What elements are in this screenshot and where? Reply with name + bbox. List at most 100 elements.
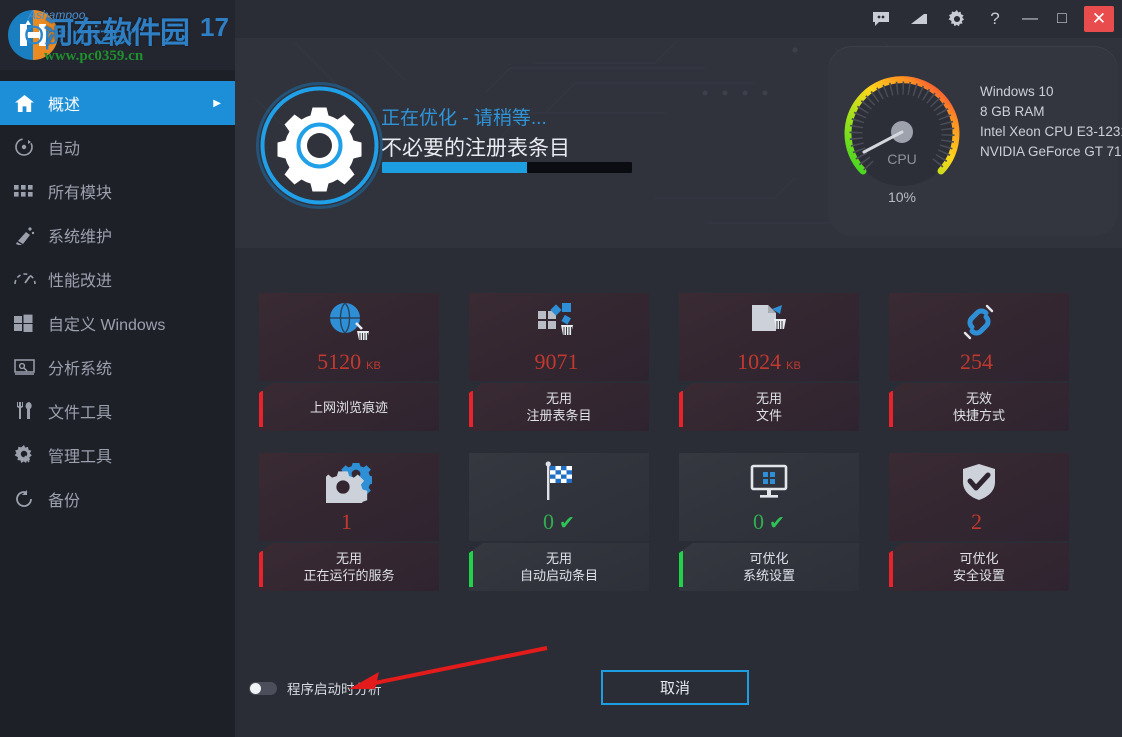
sidebar-item-admin-tools[interactable]: 管理工具 [0, 433, 235, 477]
tile-footer: 无用 注册表条目 [469, 383, 649, 431]
tile-number: 254 [960, 349, 993, 374]
tile-row: 5120 KB 上网浏览痕迹 9071 无用 注册表条目 1024 KB 无用 … [259, 293, 1079, 431]
startup-analysis-toggle[interactable] [249, 681, 277, 695]
status-subtitle: 不必要的注册表条目 [381, 137, 570, 160]
tile-body: 9071 [469, 293, 649, 381]
admin-gear-icon [14, 445, 48, 465]
tile-label-line2: 安全设置 [952, 568, 1005, 583]
tile-label-line1: 可优化 [959, 551, 999, 566]
grid-modules-icon [14, 183, 48, 199]
close-button[interactable]: ✕ [1084, 6, 1114, 32]
sidebar-label-file-tools: 文件工具 [48, 405, 113, 422]
title-bar-controls: ? — □ ✕ [862, 0, 1122, 38]
tile-value: 1 [341, 509, 357, 535]
maximize-button[interactable]: □ [1046, 4, 1078, 34]
tile-footer: 无效 快捷方式 [889, 383, 1069, 431]
status-bar-indicator [679, 551, 683, 587]
sidebar-item-analyze-system[interactable]: 分析系统 [0, 345, 235, 389]
status-bar-indicator [259, 551, 263, 587]
settings-gear-icon[interactable] [938, 4, 976, 34]
wrench-tools-icon [14, 401, 48, 421]
progress-bar-fill [382, 162, 527, 173]
scan-results-grid: 5120 KB 上网浏览痕迹 9071 无用 注册表条目 1024 KB 无用 … [259, 293, 1079, 613]
brand-version-label: 17 [200, 12, 229, 42]
checkered-flag-icon [536, 459, 582, 505]
tile-body: 5120 KB [259, 293, 439, 381]
minimize-button[interactable]: — [1014, 4, 1046, 34]
cancel-button[interactable]: 取消 [601, 670, 749, 705]
sidebar-label-performance: 性能改进 [48, 273, 113, 290]
sidebar-item-customize-windows[interactable]: 自定义 Windows [0, 301, 235, 345]
spec-os: Windows 10 [980, 84, 1054, 99]
sidebar-item-system-maintenance[interactable]: 系统维护 [0, 213, 235, 257]
sidebar-item-performance[interactable]: 性能改进 [0, 257, 235, 301]
sidebar-label-backup: 备份 [48, 493, 81, 510]
toggle-knob [250, 682, 261, 694]
sidebar-label-overview: 概述 [48, 97, 81, 114]
broom-maintenance-icon [14, 225, 48, 245]
watermark-site-name: 河东软件园 [44, 17, 190, 50]
tile-label-line2: 正在运行的服务 [303, 568, 395, 583]
file-broom-icon [746, 299, 792, 345]
tile-number: 2 [971, 509, 982, 534]
tile-footer: 无用 自动启动条目 [469, 543, 649, 591]
tile-label-line2: 快捷方式 [952, 408, 1005, 423]
status-bar-indicator [259, 391, 263, 427]
tile-body: 0 ✔ [469, 453, 649, 541]
tile-value: 1024 KB [737, 349, 801, 375]
tile-label-line2: 注册表条目 [526, 408, 592, 423]
status-bar-indicator [889, 391, 893, 427]
cpu-usage-value: 10% [887, 189, 917, 205]
title-bar: Ashampoo Optimizer 17 河东软件园 www.pc0359.c… [0, 0, 1122, 70]
tile-label-line1: 无用 [335, 551, 362, 566]
tile-system-settings[interactable]: 0 ✔ 可优化 系统设置 [679, 453, 859, 591]
check-icon: ✔ [769, 513, 785, 534]
tile-body: 254 [889, 293, 1069, 381]
status-header-card: 正在优化 - 请稍等... 不必要的注册表条目 CPU 10% Windows … [235, 38, 1122, 248]
windows-logo-icon [14, 314, 48, 332]
tile-junk-files[interactable]: 1024 KB 无用 文件 [679, 293, 859, 431]
tile-number: 1024 [737, 349, 782, 374]
cpu-gauge: CPU [842, 64, 962, 204]
broken-link-icon [956, 299, 1002, 345]
tile-number: 1 [341, 509, 352, 534]
sidebar-label-system-maintenance: 系统维护 [48, 229, 113, 246]
tile-autostart-entries[interactable]: 0 ✔ 无用 自动启动条目 [469, 453, 649, 591]
tile-label-line1: 可优化 [749, 551, 789, 566]
spec-ram: 8 GB RAM [980, 104, 1045, 119]
annotation-arrow [349, 646, 548, 689]
tile-row: 1 无用 正在运行的服务 0 ✔ 无用 自动启动条目 0 ✔ 可优化 系统设置 … [259, 453, 1079, 591]
status-title: 正在优化 - 请稍等... [381, 108, 547, 129]
help-icon[interactable]: ? [976, 4, 1014, 34]
sidebar-label-all-modules: 所有模块 [48, 185, 113, 202]
tile-footer: 可优化 安全设置 [889, 543, 1069, 591]
banner-icon[interactable] [900, 4, 938, 34]
chevron-right-icon: ▶ [213, 97, 221, 109]
status-bar-indicator [469, 551, 473, 587]
performance-chart-icon [14, 270, 48, 288]
gauge-label: CPU [887, 151, 917, 167]
tile-security-settings[interactable]: 2 可优化 安全设置 [889, 453, 1069, 591]
tile-footer: 无用 正在运行的服务 [259, 543, 439, 591]
sidebar-item-auto[interactable]: 自动 [0, 125, 235, 169]
tile-running-services[interactable]: 1 无用 正在运行的服务 [259, 453, 439, 591]
tile-body: 0 ✔ [679, 453, 859, 541]
optimization-progress-bar [382, 162, 632, 173]
tile-browser-traces[interactable]: 5120 KB 上网浏览痕迹 [259, 293, 439, 431]
tile-number: 0 [543, 509, 555, 534]
tile-label-line1: 无用 [755, 391, 782, 406]
sidebar-item-backup[interactable]: 备份 [0, 477, 235, 521]
spec-cpu: Intel Xeon CPU E3-1231 v3 [980, 124, 1122, 139]
system-specs-list: Windows 10 8 GB RAM Intel Xeon CPU E3-12… [980, 82, 1122, 162]
sidebar-label-admin-tools: 管理工具 [48, 449, 113, 466]
shield-check-icon [956, 459, 1002, 505]
tile-value: 5120 KB [317, 349, 381, 375]
tile-broken-shortcuts[interactable]: 254 无效 快捷方式 [889, 293, 1069, 431]
sidebar-item-file-tools[interactable]: 文件工具 [0, 389, 235, 433]
tile-body: 1 [259, 453, 439, 541]
sidebar-item-overview[interactable]: 概述 ▶ [0, 81, 235, 125]
sidebar-item-all-modules[interactable]: 所有模块 [0, 169, 235, 213]
tile-registry-entries[interactable]: 9071 无用 注册表条目 [469, 293, 649, 431]
analyze-system-icon [14, 359, 48, 375]
feedback-icon[interactable] [862, 4, 900, 34]
